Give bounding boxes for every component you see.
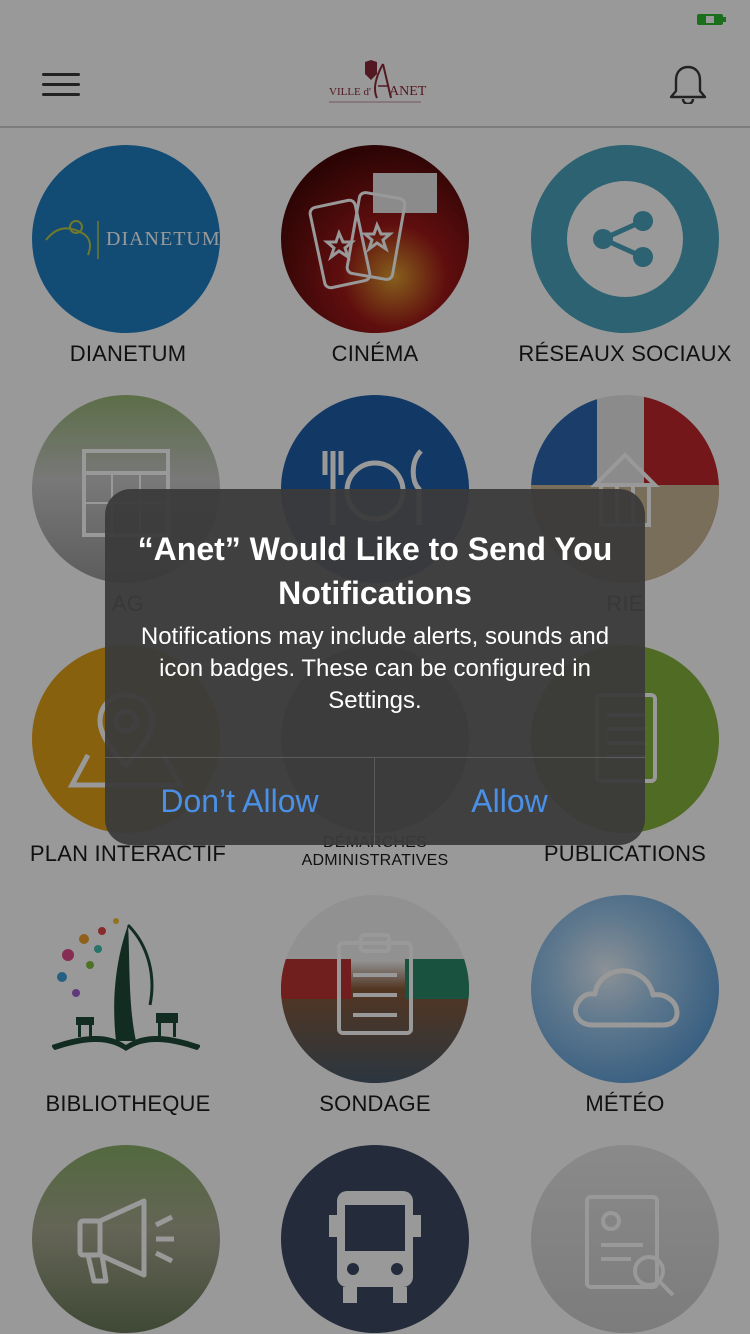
dont-allow-button[interactable]: Don’t Allow [105,758,374,845]
dialog-title: “Anet” Would Like to Send You Notificati… [137,531,613,611]
notification-permission-dialog: “Anet” Would Like to Send You Notificati… [105,489,645,845]
dialog-message: Notifications may include alerts, sounds… [140,623,610,714]
allow-button[interactable]: Allow [375,758,644,845]
